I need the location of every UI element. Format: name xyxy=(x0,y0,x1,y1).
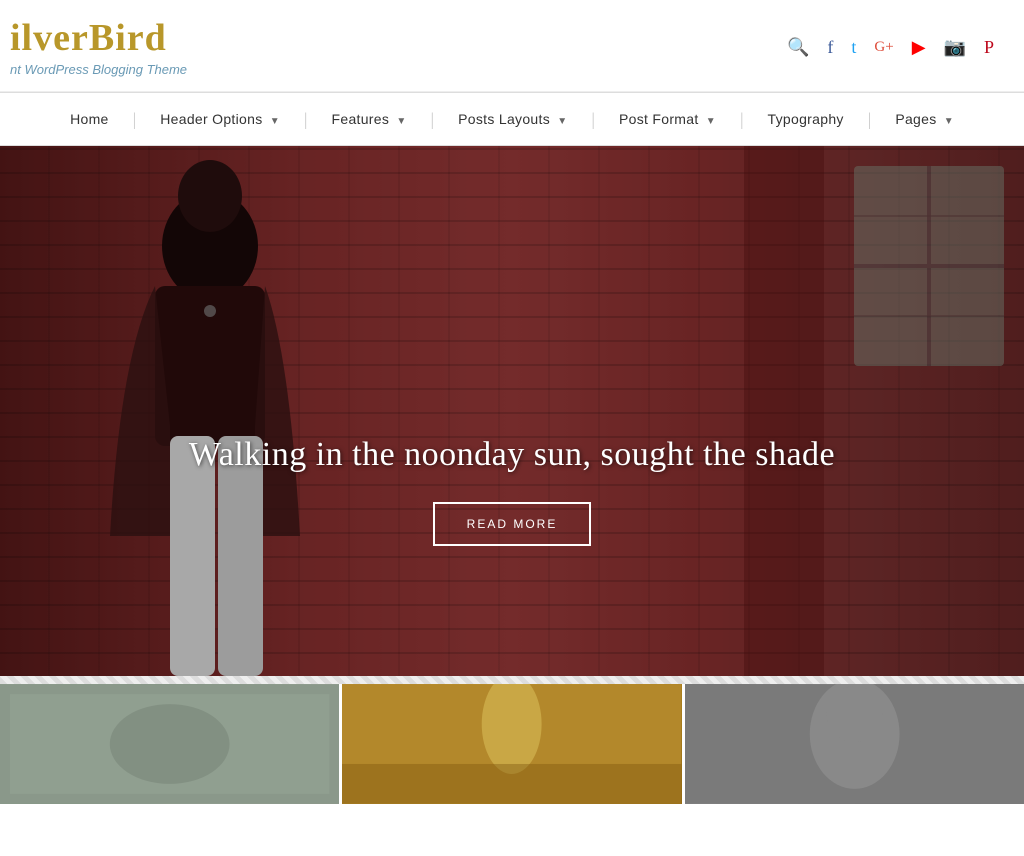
main-nav: Home | Header Options ▼ | Features ▼ | P… xyxy=(0,92,1024,146)
google-plus-icon[interactable]: G+ xyxy=(874,39,893,56)
pinterest-icon[interactable]: P xyxy=(984,37,994,58)
nav-item-typography: Typography xyxy=(746,93,866,145)
site-header: ilverBird nt WordPress Blogging Theme 🔍 … xyxy=(0,0,1024,92)
nav-item-post-format: Post Format ▼ xyxy=(597,93,738,145)
nav-link-header-options[interactable]: Header Options ▼ xyxy=(138,93,302,145)
chevron-down-icon: ▼ xyxy=(396,116,406,127)
nav-separator-3: | xyxy=(429,110,437,128)
pattern-band xyxy=(0,676,1024,684)
instagram-icon[interactable]: 📷 xyxy=(944,37,966,58)
nav-separator-5: | xyxy=(738,110,746,128)
read-more-button[interactable]: READ MORE xyxy=(433,502,592,546)
nav-link-post-format[interactable]: Post Format ▼ xyxy=(597,93,738,145)
thumbnails-row xyxy=(0,684,1024,804)
nav-item-home: Home xyxy=(48,93,131,145)
thumbnail-1 xyxy=(0,684,342,804)
site-title: ilverBird xyxy=(10,18,187,60)
thumbnail-3 xyxy=(685,684,1024,804)
twitter-icon[interactable]: t xyxy=(851,37,856,58)
hero-title: Walking in the noonday sun, sought the s… xyxy=(0,436,1024,474)
youtube-icon[interactable]: ▶ xyxy=(912,37,926,58)
nav-item-features: Features ▼ xyxy=(310,93,429,145)
hero-overlay xyxy=(0,146,1024,676)
chevron-down-icon: ▼ xyxy=(706,116,716,127)
chevron-down-icon: ▼ xyxy=(557,116,567,127)
header-icons: 🔍 f t G+ ▶ 📷 P xyxy=(787,37,994,58)
site-branding: ilverBird nt WordPress Blogging Theme xyxy=(10,18,187,77)
thumbnail-3-image xyxy=(685,684,1024,804)
nav-item-header-options: Header Options ▼ xyxy=(138,93,302,145)
facebook-icon[interactable]: f xyxy=(827,37,833,58)
thumbnail-2-image xyxy=(342,684,681,804)
thumbnail-2 xyxy=(342,684,684,804)
chevron-down-icon: ▼ xyxy=(270,116,280,127)
nav-separator-4: | xyxy=(589,110,597,128)
nav-link-features[interactable]: Features ▼ xyxy=(310,93,429,145)
nav-link-posts-layouts[interactable]: Posts Layouts ▼ xyxy=(436,93,589,145)
nav-separator-6: | xyxy=(866,110,874,128)
nav-link-home[interactable]: Home xyxy=(48,93,131,145)
thumbnail-1-image xyxy=(0,684,339,804)
nav-separator-2: | xyxy=(302,110,310,128)
nav-separator-1: | xyxy=(131,110,139,128)
site-tagline: nt WordPress Blogging Theme xyxy=(10,62,187,77)
nav-item-pages: Pages ▼ xyxy=(873,93,976,145)
nav-link-typography[interactable]: Typography xyxy=(746,93,866,145)
chevron-down-icon: ▼ xyxy=(944,116,954,127)
search-icon[interactable]: 🔍 xyxy=(787,37,809,58)
hero-content: Walking in the noonday sun, sought the s… xyxy=(0,436,1024,546)
nav-link-pages[interactable]: Pages ▼ xyxy=(873,93,976,145)
nav-list: Home | Header Options ▼ | Features ▼ | P… xyxy=(48,93,976,145)
nav-item-posts-layouts: Posts Layouts ▼ xyxy=(436,93,589,145)
hero-section: Walking in the noonday sun, sought the s… xyxy=(0,146,1024,676)
